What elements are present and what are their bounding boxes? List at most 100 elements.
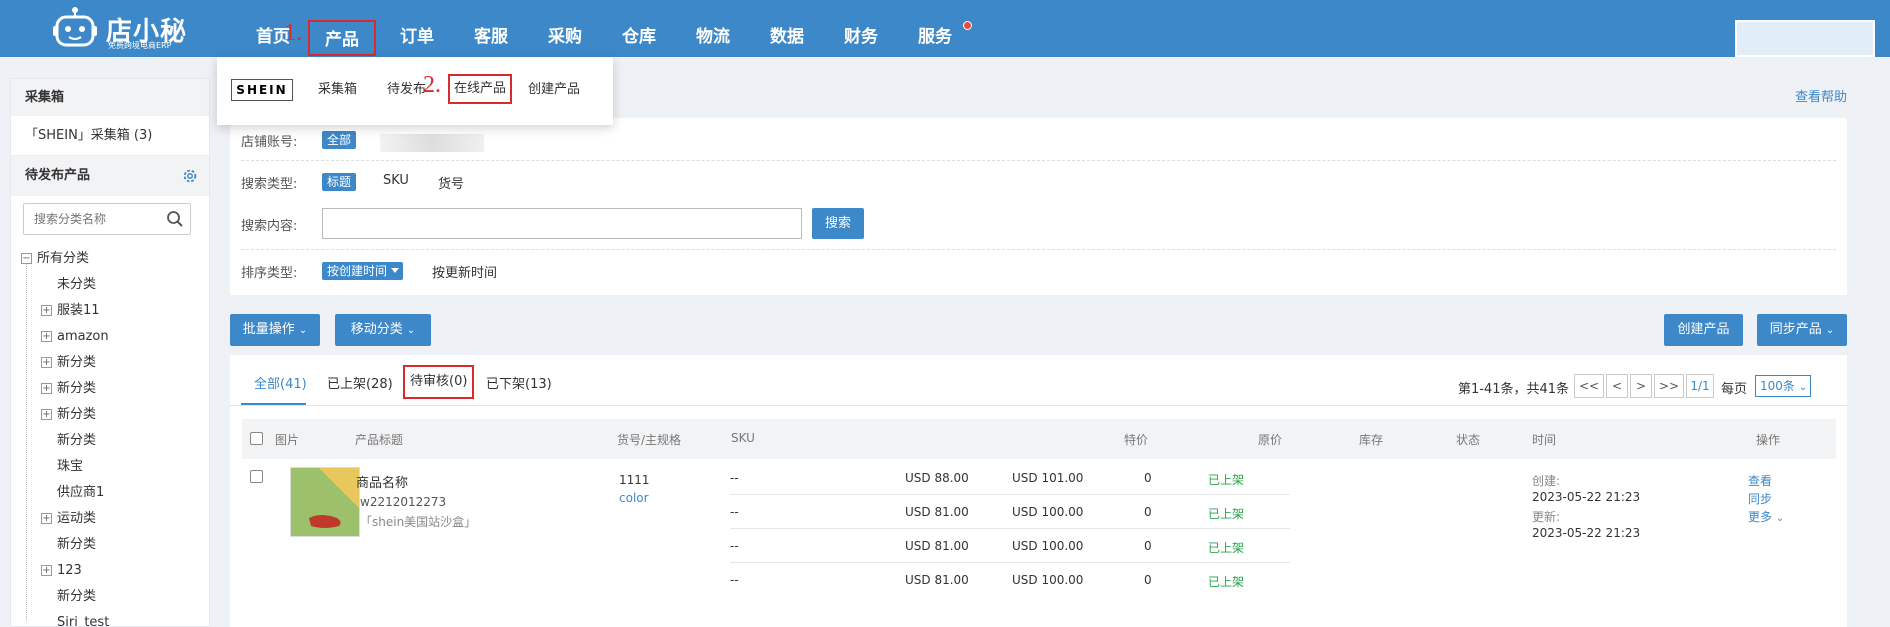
sidebar-item-shein-collect[interactable]: 「SHEIN」采集箱 (3) bbox=[11, 116, 209, 156]
store-all-chip[interactable]: 全部 bbox=[322, 131, 357, 149]
tree-node[interactable]: 未分类 bbox=[21, 272, 201, 298]
sync-link[interactable]: 同步 bbox=[1748, 490, 1772, 507]
tree-node[interactable]: 新分类 bbox=[21, 532, 201, 558]
variant-special-price: USD 88.00 bbox=[905, 471, 969, 485]
view-link[interactable]: 查看 bbox=[1748, 472, 1772, 489]
product-thumbnail[interactable] bbox=[290, 467, 360, 537]
tree-node[interactable]: 新分类 bbox=[21, 584, 201, 610]
category-search-input[interactable] bbox=[24, 204, 154, 234]
batch-operations-label: 批量操作 bbox=[242, 322, 295, 337]
last-page-button[interactable]: >> bbox=[1654, 374, 1684, 398]
create-product-button[interactable]: 创建产品 bbox=[1664, 314, 1743, 346]
tree-node-label: 新分类 bbox=[57, 433, 97, 448]
updated-label: 更新: bbox=[1532, 510, 1561, 524]
nav-data[interactable]: 数据 bbox=[752, 0, 822, 57]
page-indicator[interactable]: 1/1 bbox=[1686, 374, 1714, 398]
nav-finance[interactable]: 财务 bbox=[826, 0, 896, 57]
expand-icon[interactable]: + bbox=[41, 513, 52, 524]
tree-node[interactable]: + 新分类 bbox=[21, 376, 201, 402]
help-link[interactable]: 查看帮助 bbox=[1795, 86, 1847, 105]
menu-online-products[interactable]: 在线产品 bbox=[448, 74, 513, 104]
next-page-button[interactable]: > bbox=[1630, 374, 1652, 398]
sort-by-created[interactable]: 按创建时间 bbox=[322, 262, 404, 280]
tab-pending-review[interactable]: 待审核(0) bbox=[403, 365, 475, 399]
tree-node[interactable]: 供应商1 bbox=[21, 480, 201, 506]
variant-price: USD 100.00 bbox=[1012, 539, 1084, 553]
col-item-no: 货号/主规格 bbox=[617, 433, 682, 447]
tree-node[interactable]: + 运动类 bbox=[21, 506, 201, 532]
user-account-box[interactable] bbox=[1735, 20, 1875, 57]
expand-icon[interactable]: + bbox=[41, 565, 52, 576]
variant-price: USD 101.00 bbox=[1012, 471, 1084, 485]
divider bbox=[241, 160, 1836, 161]
nav-orders[interactable]: 订单 bbox=[382, 0, 452, 57]
batch-operations-button[interactable]: 批量操作 ⌄ bbox=[230, 314, 320, 346]
created-time: 2023-05-22 21:23 bbox=[1532, 490, 1641, 504]
nav-products[interactable]: 产品 bbox=[308, 20, 376, 56]
more-link[interactable]: 更多 ⌄ bbox=[1748, 508, 1784, 525]
brand-tagline: 免费跨境电商ERP bbox=[108, 41, 172, 50]
first-page-button[interactable]: << bbox=[1574, 374, 1604, 398]
sync-products-button[interactable]: 同步产品 ⌄ bbox=[1757, 314, 1847, 346]
nav-logistics[interactable]: 物流 bbox=[678, 0, 748, 57]
move-category-button[interactable]: 移动分类 ⌄ bbox=[335, 314, 431, 346]
search-button[interactable]: 搜索 bbox=[812, 208, 864, 239]
tree-node[interactable]: Siri_test bbox=[21, 610, 201, 627]
tab-delisted[interactable]: 已下架(13) bbox=[486, 373, 552, 392]
tree-node[interactable]: + 新分类 bbox=[21, 402, 201, 428]
variant-special-price: USD 81.00 bbox=[905, 505, 969, 519]
tree-node[interactable]: + amazon bbox=[21, 324, 201, 350]
chevron-down-icon: ⌄ bbox=[1775, 513, 1785, 524]
tree-node-all[interactable]: − 所有分类 bbox=[21, 246, 201, 272]
nav-warehouse[interactable]: 仓库 bbox=[604, 0, 674, 57]
product-image bbox=[291, 468, 359, 536]
product-title[interactable]: 商品名称 bbox=[356, 472, 408, 491]
tree-node-label: 新分类 bbox=[57, 589, 97, 604]
nav-purchasing[interactable]: 采购 bbox=[530, 0, 600, 57]
expand-icon[interactable]: + bbox=[41, 357, 52, 368]
filter-panel: 店铺账号: 全部 搜索类型: 标题 SKU 货号 搜索内容: 搜索 排序类型: … bbox=[230, 118, 1847, 295]
chevron-down-icon: ⌄ bbox=[406, 325, 416, 336]
table-header: 图片 产品标题 货号/主规格 SKU 特价 原价 库存 状态 时间 操作 bbox=[242, 419, 1836, 459]
menu-pending-publish[interactable]: 待发布 bbox=[387, 79, 426, 101]
variant-row-divider bbox=[730, 494, 1290, 495]
search-content-label: 搜索内容: bbox=[241, 219, 298, 234]
search-type-sku[interactable]: SKU bbox=[383, 173, 409, 188]
prev-page-button[interactable]: < bbox=[1606, 374, 1628, 398]
search-type-title[interactable]: 标题 bbox=[322, 173, 357, 191]
search-icon[interactable] bbox=[166, 210, 184, 228]
tree-node[interactable]: 珠宝 bbox=[21, 454, 201, 480]
search-content-input[interactable] bbox=[322, 208, 802, 239]
col-image: 图片 bbox=[275, 433, 300, 447]
row-checkbox[interactable] bbox=[250, 470, 263, 483]
expand-icon[interactable]: + bbox=[41, 331, 52, 342]
collapse-icon[interactable]: − bbox=[21, 253, 32, 264]
product-spec[interactable]: color bbox=[619, 491, 649, 505]
menu-collect-box[interactable]: 采集箱 bbox=[318, 79, 357, 101]
tree-node-label: 新分类 bbox=[57, 381, 97, 396]
app-logo[interactable]: 店小秘 免费跨境电商ERP bbox=[52, 4, 232, 52]
tree-node[interactable]: +123 bbox=[21, 558, 201, 584]
tree-node-label: amazon bbox=[57, 329, 109, 344]
tree-node[interactable]: 新分类 bbox=[21, 428, 201, 454]
tree-node[interactable]: + 新分类 bbox=[21, 350, 201, 376]
search-type-item-no[interactable]: 货号 bbox=[438, 173, 464, 192]
per-page-select[interactable]: 100条 ⌄ bbox=[1755, 375, 1811, 397]
expand-icon[interactable]: + bbox=[41, 409, 52, 420]
tree-node[interactable]: + 服装11 bbox=[21, 298, 201, 324]
nav-customer-service[interactable]: 客服 bbox=[456, 0, 526, 57]
expand-icon[interactable]: + bbox=[41, 305, 52, 316]
variant-special-price: USD 81.00 bbox=[905, 539, 969, 553]
per-page-label: 每页 bbox=[1721, 382, 1748, 397]
variant-row-divider bbox=[730, 562, 1290, 563]
tab-all[interactable]: 全部(41) bbox=[254, 373, 307, 392]
tab-listed[interactable]: 已上架(28) bbox=[327, 373, 393, 392]
menu-create-product[interactable]: 创建产品 bbox=[528, 79, 580, 101]
sort-by-updated[interactable]: 按更新时间 bbox=[432, 262, 497, 281]
chevron-down-icon: ⌄ bbox=[1798, 382, 1808, 393]
store-account-redacted[interactable] bbox=[380, 134, 484, 152]
expand-icon[interactable]: + bbox=[41, 383, 52, 394]
gear-icon[interactable] bbox=[181, 167, 199, 185]
select-all-checkbox[interactable] bbox=[250, 432, 263, 445]
nav-services[interactable]: 服务 bbox=[900, 0, 970, 57]
